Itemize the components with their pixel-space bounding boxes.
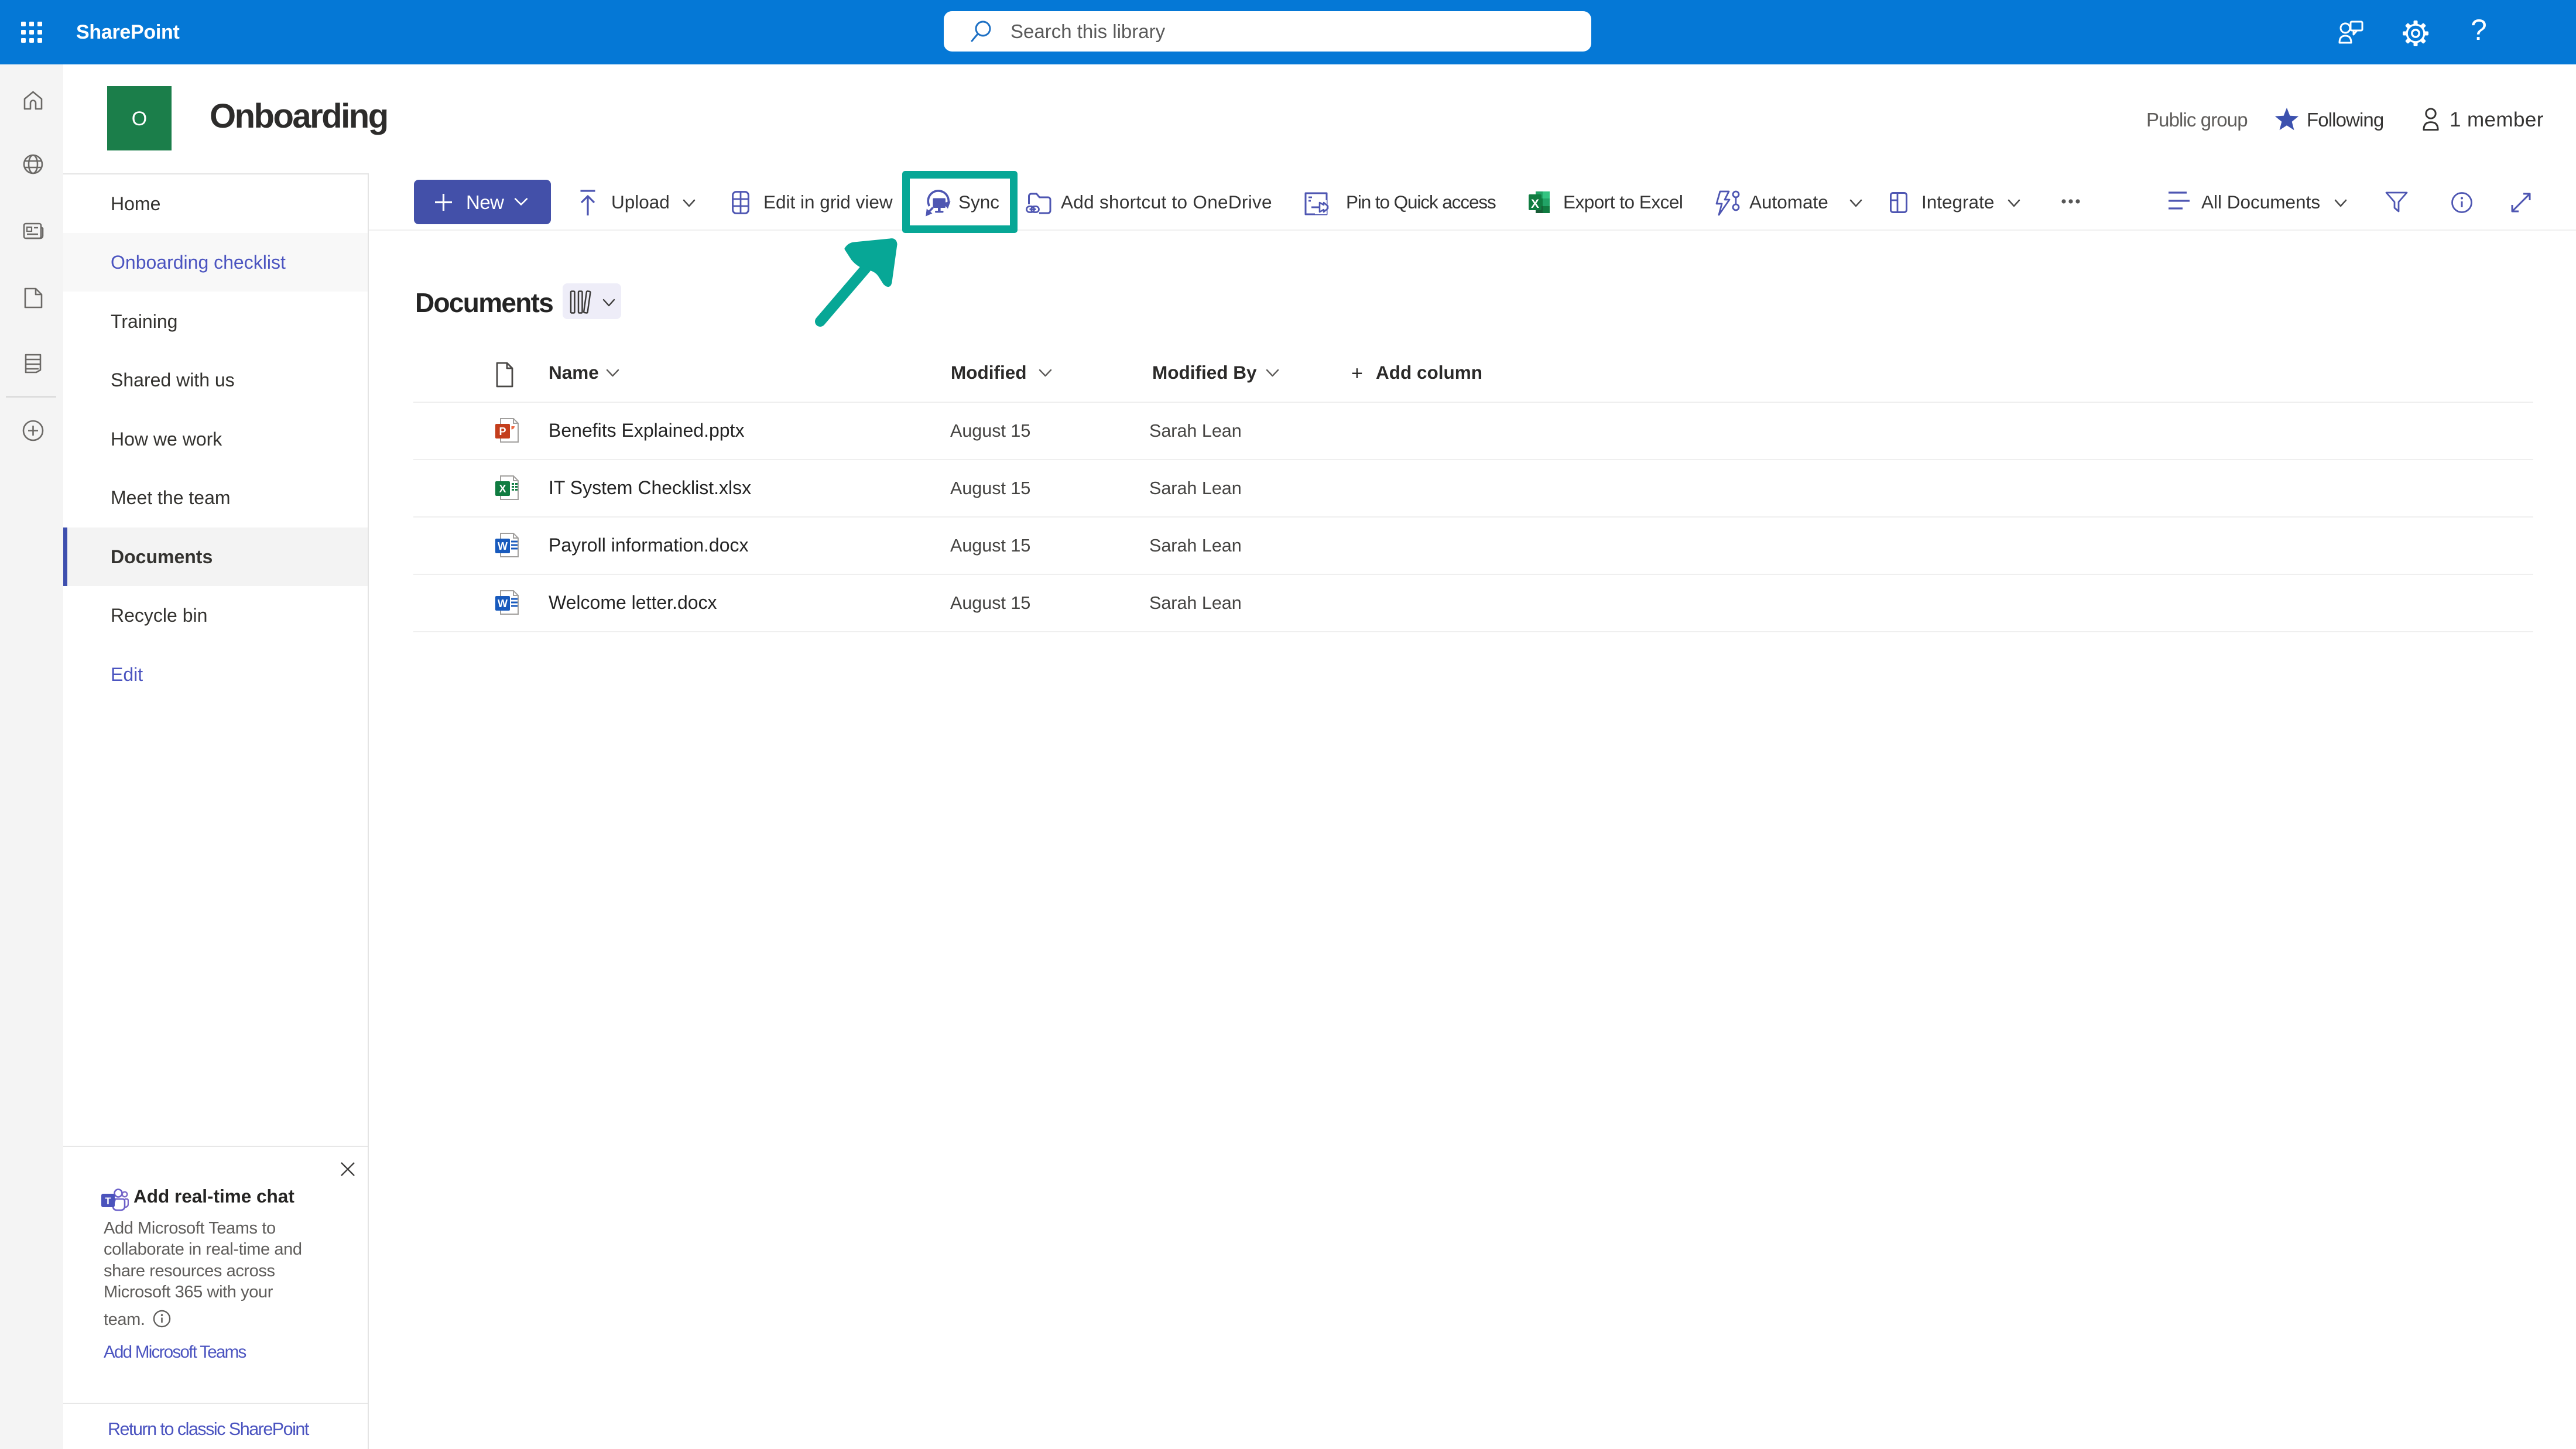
svg-text:X: X [499,483,506,495]
svg-text:W: W [498,598,508,609]
svg-text:P: P [499,426,506,437]
svg-text:T: T [105,1195,111,1207]
svg-text:W: W [498,540,508,552]
svg-text:X: X [1531,197,1539,211]
